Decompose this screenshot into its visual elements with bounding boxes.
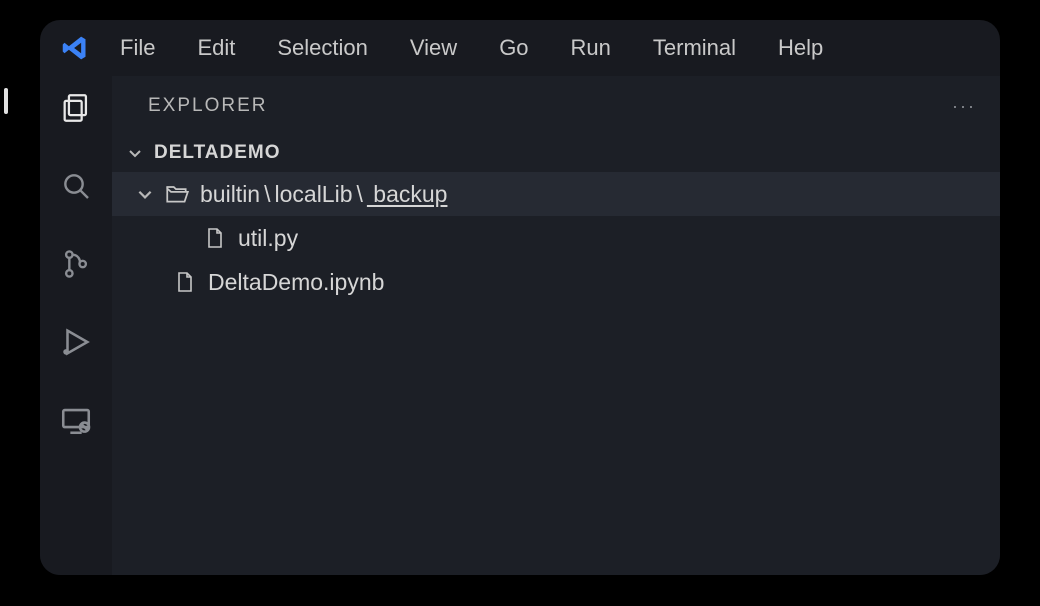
file-row-deltademo[interactable]: DeltaDemo.ipynb (112, 260, 1000, 304)
file-icon (202, 225, 228, 251)
menu-go[interactable]: Go (485, 29, 542, 67)
menubar: File Edit Selection View Go Run Terminal… (40, 20, 1000, 76)
explorer-title: EXPLORER (148, 95, 267, 117)
run-debug-icon[interactable] (58, 324, 94, 360)
vscode-window: File Edit Selection View Go Run Terminal… (40, 20, 1000, 575)
activity-bar (40, 76, 112, 575)
folder-path-label: builtin\localLib\ backup (200, 181, 447, 208)
file-name: DeltaDemo.ipynb (208, 269, 384, 296)
main-area: EXPLORER ··· DELTADEMO (40, 76, 1000, 575)
file-name: util.py (238, 225, 298, 252)
workspace-name: DELTADEMO (154, 142, 281, 164)
menu-file[interactable]: File (106, 29, 169, 67)
menu-edit[interactable]: Edit (183, 29, 249, 67)
menu-terminal[interactable]: Terminal (639, 29, 750, 67)
remote-icon[interactable] (58, 402, 94, 438)
folder-open-icon (164, 181, 190, 207)
file-tree: builtin\localLib\ backup util.py DeltaDe… (112, 170, 1000, 304)
explorer-header: EXPLORER ··· (112, 76, 1000, 136)
explorer-sidebar: EXPLORER ··· DELTADEMO (112, 76, 1000, 575)
file-row-util[interactable]: util.py (112, 216, 1000, 260)
menu-run[interactable]: Run (557, 29, 625, 67)
chevron-down-icon (136, 185, 154, 203)
explorer-icon[interactable] (58, 90, 94, 126)
workspace-section-header[interactable]: DELTADEMO (112, 136, 1000, 170)
menu-selection[interactable]: Selection (263, 29, 382, 67)
menu-view[interactable]: View (396, 29, 471, 67)
text-cursor (4, 88, 8, 114)
menu-help[interactable]: Help (764, 29, 837, 67)
vscode-logo-icon (58, 34, 92, 62)
search-icon[interactable] (58, 168, 94, 204)
chevron-down-icon (126, 144, 144, 162)
file-icon (172, 269, 198, 295)
folder-row-backup[interactable]: builtin\localLib\ backup (112, 172, 1000, 216)
explorer-more-icon[interactable]: ··· (952, 96, 976, 117)
sourcecontrol-icon[interactable] (58, 246, 94, 282)
